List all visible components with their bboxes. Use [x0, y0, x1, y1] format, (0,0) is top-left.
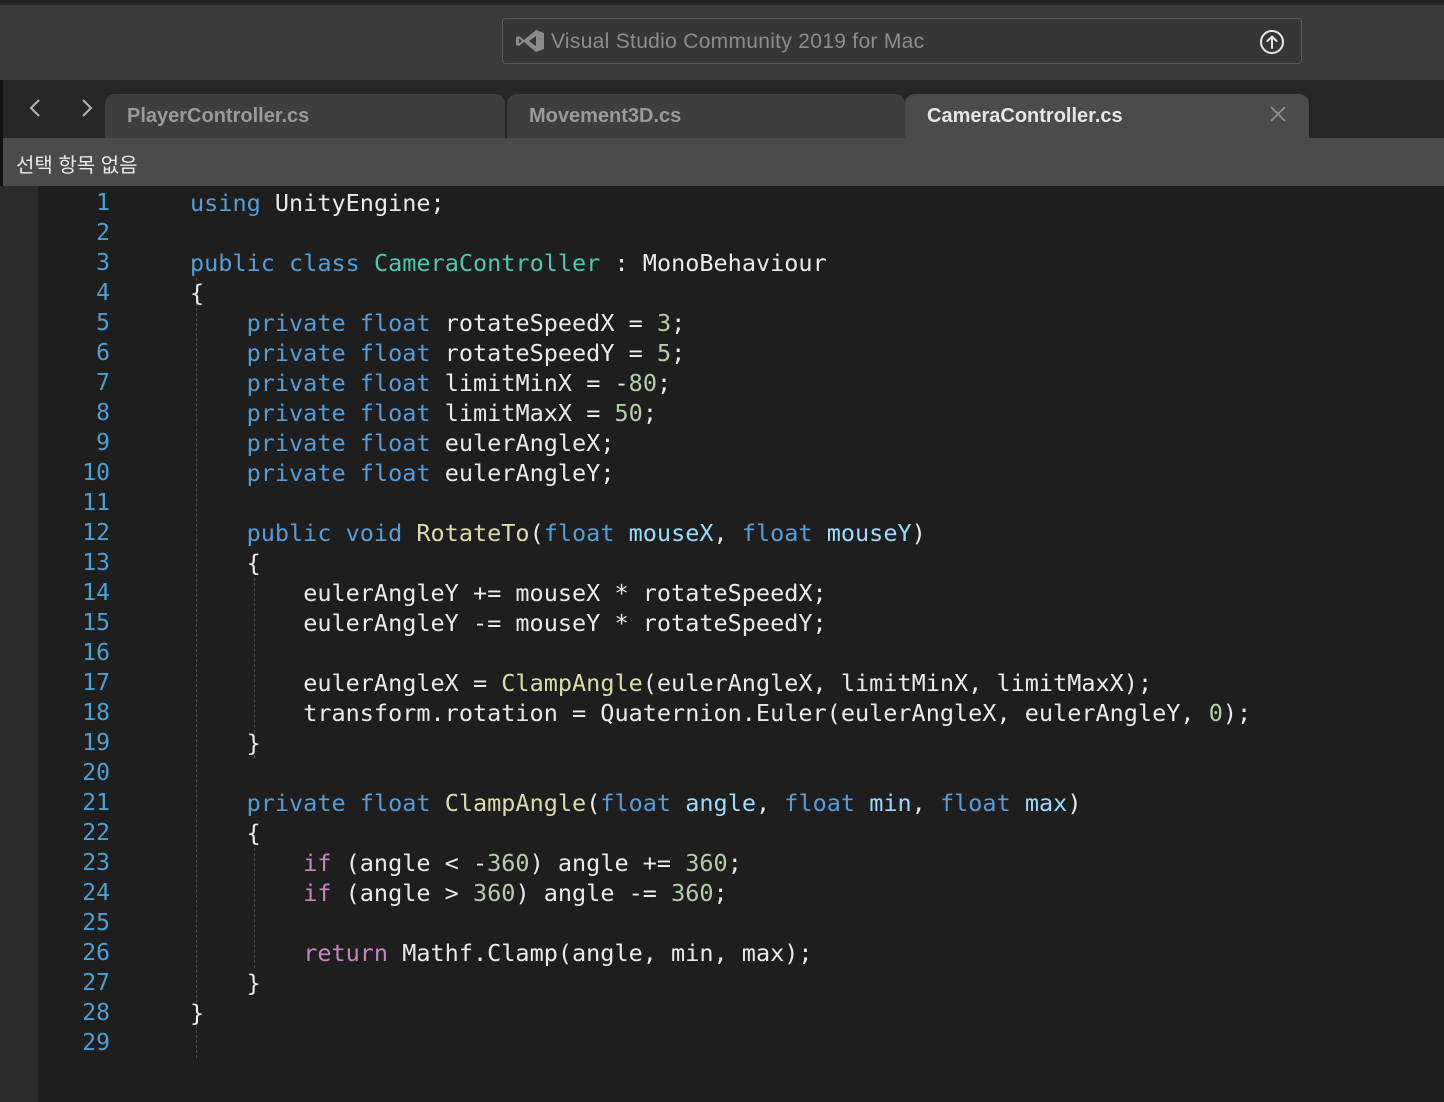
- code-line: private float rotateSpeedX = 3;: [246, 309, 686, 337]
- visual-studio-logo-icon: [516, 30, 544, 52]
- window-title: Visual Studio Community 2019 for Mac: [551, 30, 925, 53]
- line-number: 23: [82, 850, 110, 876]
- line-number: 16: [82, 640, 110, 666]
- line-numbers: 1 2 3 4 5 6 7 8 9 10 11 12 13 14 15 16 1…: [38, 188, 110, 1058]
- chevron-left-icon[interactable]: [15, 90, 55, 126]
- tab-label: CameraController.cs: [927, 105, 1123, 127]
- code-line: }: [246, 969, 261, 997]
- breadcrumb-text: 선택 항목 없음: [16, 155, 138, 177]
- line-number: 14: [82, 580, 110, 606]
- tab-player-controller[interactable]: PlayerController.cs: [105, 94, 505, 138]
- line-number: 28: [82, 1000, 110, 1026]
- tab-movement3d[interactable]: Movement3D.cs: [507, 94, 905, 138]
- chevron-right-icon[interactable]: [67, 90, 107, 126]
- code-line: private float limitMinX = -80;: [246, 369, 672, 397]
- line-number: 6: [96, 340, 110, 366]
- code-line: {: [246, 819, 261, 847]
- close-icon[interactable]: [1267, 103, 1289, 125]
- code-line: eulerAngleY -= mouseY * rotateSpeedY;: [303, 609, 827, 637]
- line-number: 8: [96, 400, 110, 426]
- line-number: 4: [96, 280, 110, 306]
- code-line: private float eulerAngleX;: [246, 429, 615, 457]
- line-number: 17: [82, 670, 110, 696]
- tab-label: PlayerController.cs: [127, 105, 310, 127]
- title-bar: Visual Studio Community 2019 for Mac: [0, 0, 1444, 80]
- code-line: {: [190, 279, 205, 307]
- code-line: if (angle < -360) angle += 360;: [303, 849, 742, 877]
- code-line: }: [246, 729, 261, 757]
- line-number: 3: [96, 250, 110, 276]
- title-search-box[interactable]: Visual Studio Community 2019 for Mac: [502, 18, 1302, 64]
- line-number: 18: [82, 700, 110, 726]
- tab-label: Movement3D.cs: [529, 105, 682, 127]
- line-number: 15: [82, 610, 110, 636]
- line-number: 19: [82, 730, 110, 756]
- tab-camera-controller[interactable]: CameraController.cs: [905, 94, 1309, 138]
- line-number: 29: [82, 1030, 110, 1056]
- code-text[interactable]: using UnityEngine; public class CameraCo…: [190, 188, 1251, 1058]
- code-line: public void RotateTo(float mouseX, float…: [246, 519, 926, 547]
- code-line: eulerAngleY += mouseX * rotateSpeedX;: [303, 579, 827, 607]
- line-number: 21: [82, 790, 110, 816]
- tab-bar: PlayerController.cs Movement3D.cs Camera…: [0, 80, 1444, 138]
- code-line: using UnityEngine;: [190, 189, 445, 217]
- code-line: private float eulerAngleY;: [246, 459, 615, 487]
- line-number: 2: [96, 220, 110, 246]
- line-number: 20: [82, 760, 110, 786]
- editor-margin: [0, 186, 38, 1102]
- line-number: 26: [82, 940, 110, 966]
- line-number: 9: [96, 430, 110, 456]
- line-number: 1: [96, 190, 110, 216]
- code-line: private float limitMaxX = 50;: [246, 399, 657, 427]
- line-number: 13: [82, 550, 110, 576]
- line-number: 10: [82, 460, 110, 486]
- line-number: 27: [82, 970, 110, 996]
- code-line: if (angle > 360) angle -= 360;: [303, 879, 728, 907]
- code-line: }: [190, 999, 205, 1027]
- code-line: transform.rotation = Quaternion.Euler(eu…: [303, 699, 1252, 727]
- code-line: private float ClampAngle(float angle, fl…: [246, 789, 1082, 817]
- line-number: 5: [96, 310, 110, 336]
- line-number: 7: [96, 370, 110, 396]
- line-number: 12: [82, 520, 110, 546]
- code-line: {: [246, 549, 261, 577]
- code-editor[interactable]: 1 2 3 4 5 6 7 8 9 10 11 12 13 14 15 16 1…: [0, 186, 1444, 1102]
- code-line: public class CameraController : MonoBeha…: [190, 249, 827, 277]
- code-line: private float rotateSpeedY = 5;: [246, 339, 686, 367]
- upload-circle-icon[interactable]: [1259, 29, 1285, 55]
- breadcrumb[interactable]: 선택 항목 없음: [0, 138, 1444, 186]
- line-number: 11: [82, 490, 110, 516]
- code-line: return Mathf.Clamp(angle, min, max);: [303, 939, 813, 967]
- line-number: 22: [82, 820, 110, 846]
- code-line: eulerAngleX = ClampAngle(eulerAngleX, li…: [303, 669, 1153, 697]
- line-number: 25: [82, 910, 110, 936]
- line-number: 24: [82, 880, 110, 906]
